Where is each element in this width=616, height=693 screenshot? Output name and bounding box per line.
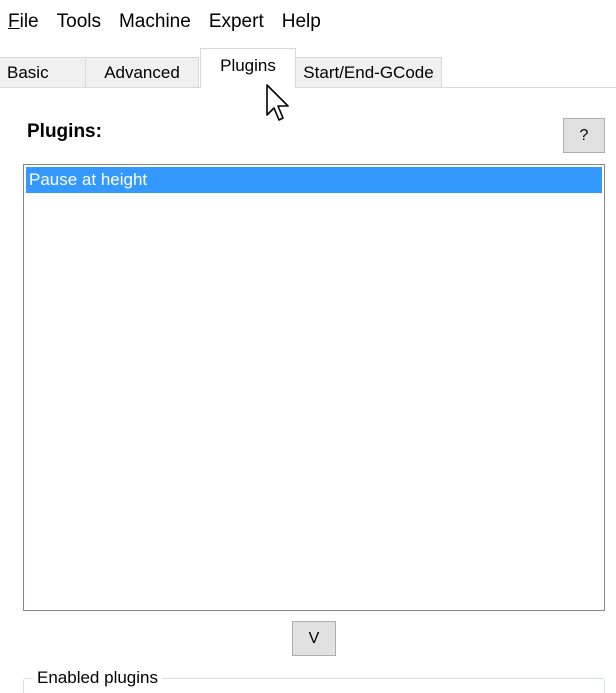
plugin-list-item[interactable]: Pause at height: [26, 167, 602, 193]
tab-start-end-gcode[interactable]: Start/End-GCode: [295, 57, 442, 87]
menu-tools[interactable]: Tools: [48, 0, 110, 44]
plugin-list[interactable]: Pause at height: [23, 164, 605, 611]
add-plugin-button[interactable]: V: [292, 621, 336, 656]
menu-file[interactable]: File: [0, 0, 48, 44]
menu-machine[interactable]: Machine: [110, 0, 200, 44]
plugins-title: Plugins:: [27, 121, 102, 142]
help-button[interactable]: ?: [563, 118, 605, 153]
menu-file-mnemonic: F: [8, 11, 20, 32]
menu-bar: File Tools Machine Expert Help: [0, 0, 616, 44]
tab-basic[interactable]: Basic: [0, 57, 86, 87]
app-window: File Tools Machine Expert Help Basic Adv…: [0, 0, 616, 693]
tab-strip: Basic Advanced Plugins Start/End-GCode: [0, 44, 616, 88]
mouse-pointer-icon: [266, 84, 289, 121]
enabled-plugins-label: Enabled plugins: [33, 667, 162, 689]
tab-plugins[interactable]: Plugins: [200, 48, 296, 88]
menu-help[interactable]: Help: [273, 0, 330, 44]
tab-advanced[interactable]: Advanced: [85, 57, 199, 87]
menu-file-label: ile: [19, 11, 39, 32]
menu-expert[interactable]: Expert: [200, 0, 273, 44]
